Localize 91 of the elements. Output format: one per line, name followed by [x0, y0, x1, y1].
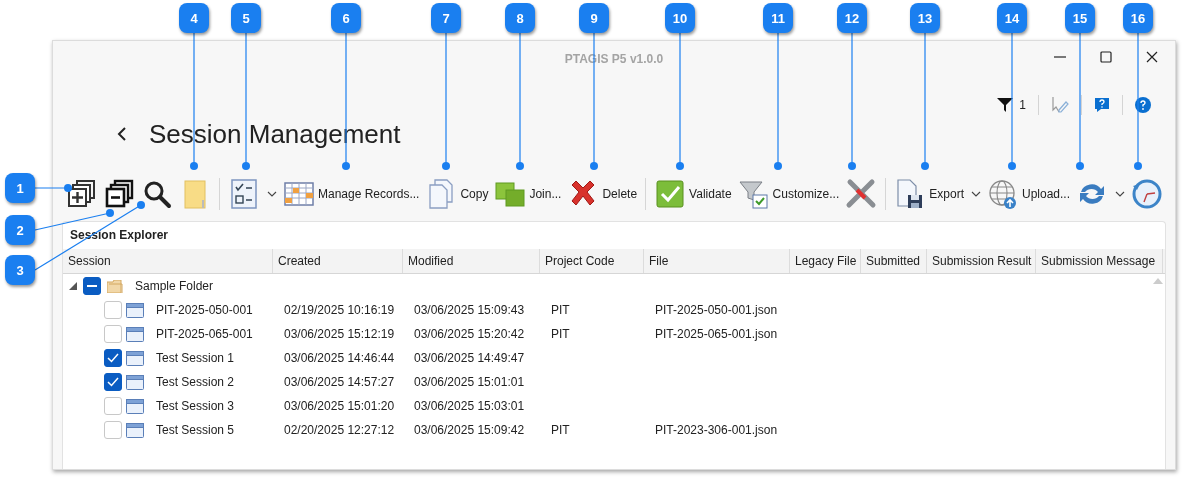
column-header[interactable]: Project Code: [540, 249, 644, 273]
callout-badge: 14: [997, 3, 1027, 33]
session-name[interactable]: PIT-2025-065-001: [156, 327, 253, 341]
window-icon: [126, 398, 144, 414]
callout-badge: 8: [505, 3, 535, 33]
column-header[interactable]: File: [644, 249, 790, 273]
table-cell-text: 03/06/2025 15:20:42: [413, 327, 526, 341]
checkmark-icon: [107, 377, 119, 387]
column-header[interactable]: Modified: [403, 249, 540, 273]
table-cell-text: 03/06/2025 15:01:01: [413, 375, 526, 389]
close-icon: [1146, 51, 1158, 63]
callout-badge: 9: [579, 3, 609, 33]
session-name[interactable]: PIT-2025-050-001: [156, 303, 253, 317]
window-icon: [126, 302, 144, 318]
window-icon: [126, 422, 144, 438]
checkbox[interactable]: [83, 277, 101, 295]
validate-button[interactable]: Validate: [652, 177, 734, 211]
callout-badge: 5: [231, 3, 261, 33]
column-header[interactable]: Submission Message: [1036, 249, 1163, 273]
table-cell-text: PIT-2025-065-001.json: [654, 327, 779, 341]
checklist-icon: [228, 178, 260, 210]
callout-badge: 1: [5, 173, 35, 203]
help-icon: [1135, 97, 1151, 113]
upload-button[interactable]: Upload...: [984, 177, 1072, 211]
checkbox[interactable]: [104, 373, 122, 391]
clock-icon: [1131, 178, 1163, 210]
chevron-left-icon: [117, 126, 127, 142]
help-button[interactable]: [1133, 95, 1153, 115]
window-icon: [126, 350, 144, 366]
callout-badge: 4: [179, 3, 209, 33]
table-cell-text: PIT-2025-050-001.json: [654, 303, 779, 317]
dash-icon: [87, 285, 97, 287]
stack-plus-icon: [65, 178, 97, 210]
checkbox[interactable]: [104, 349, 122, 367]
callout-badge: 3: [5, 255, 35, 285]
column-header[interactable]: Submitted: [861, 249, 927, 273]
table-cell-text: 03/06/2025 15:03:01: [413, 399, 526, 413]
tools-icon: [845, 178, 878, 210]
column-header[interactable]: Submission Result: [927, 249, 1036, 273]
callout-badge: 7: [431, 3, 461, 33]
expand-triangle-icon[interactable]: [69, 282, 77, 290]
funnel-icon: [737, 178, 770, 210]
table-cell-text: 03/06/2025 15:09:42: [413, 423, 526, 437]
table-cell-text: PIT: [550, 423, 571, 437]
delete-button[interactable]: Delete: [565, 177, 640, 211]
customize-button[interactable]: Customize...: [735, 177, 842, 211]
session-name[interactable]: Test Session 5: [156, 423, 235, 437]
table-cell-text: 03/06/2025 15:12:19: [283, 327, 396, 341]
table-cell-text: 03/06/2025 14:46:44: [283, 351, 396, 365]
session-name[interactable]: Test Session 2: [156, 375, 235, 389]
filter-button[interactable]: 1: [995, 96, 1028, 114]
callout-badge: 13: [910, 3, 940, 33]
callout-badge: 16: [1123, 3, 1153, 33]
tree-item[interactable]: Sample Folder: [135, 279, 214, 293]
callout-badge: 12: [837, 3, 867, 33]
callout-badge: 2: [5, 215, 35, 245]
funnel-icon: [997, 98, 1014, 112]
checkmark-icon: [107, 353, 119, 363]
leader-line: [34, 184, 72, 192]
callout-badge: 6: [331, 3, 361, 33]
globe-upload-icon: [986, 178, 1019, 210]
callout-badge: 10: [665, 3, 695, 33]
table-cell-text: PIT: [550, 303, 571, 317]
table-cell-text: 02/19/2025 10:16:19: [283, 303, 396, 317]
session-name[interactable]: Test Session 1: [156, 351, 235, 365]
stack-minus-icon: [103, 178, 135, 210]
table-cell-text: 02/20/2025 12:27:12: [283, 423, 396, 437]
folder-icon: [107, 279, 123, 293]
export-button[interactable]: Export: [892, 177, 983, 211]
cursor-pen-icon: [1051, 96, 1069, 114]
column-header[interactable]: Session: [63, 249, 273, 273]
copy-button[interactable]: Copy: [423, 177, 491, 211]
column-header[interactable]: Legacy File: [790, 249, 861, 273]
table-cell-text: PIT: [550, 327, 571, 341]
checkmark-icon: [654, 178, 687, 210]
join-button[interactable]: Join...: [492, 177, 564, 211]
speech-question-icon: [1094, 97, 1110, 113]
manage-records-button[interactable]: Manage Records...: [281, 177, 422, 211]
maximize-icon: [1100, 51, 1112, 63]
session-name[interactable]: Test Session 3: [156, 399, 235, 413]
column-header[interactable]: Created: [273, 249, 403, 273]
table-cell-text: PIT-2023-306-001.json: [654, 423, 779, 437]
callout-badge: 11: [763, 3, 793, 33]
feedback-button[interactable]: [1092, 95, 1112, 115]
callout-badge: 15: [1065, 3, 1095, 33]
window-icon: [126, 374, 144, 390]
table-cell-text: 03/06/2025 14:57:27: [283, 375, 396, 389]
window-icon: [126, 326, 144, 342]
table-cell-text: 03/06/2025 14:49:47: [413, 351, 526, 365]
table-cell-text: 03/06/2025 15:01:20: [283, 399, 396, 413]
table-cell-text: 03/06/2025 15:09:43: [413, 303, 526, 317]
